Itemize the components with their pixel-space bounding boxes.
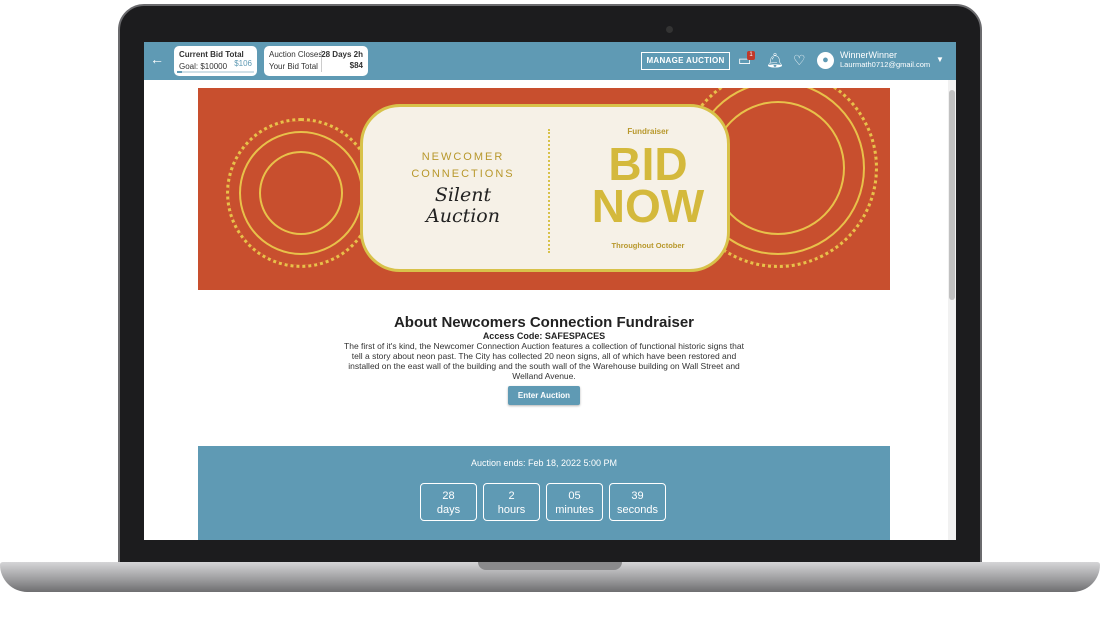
current-bid-card: Current Bid Total $106 Goal: $10000 <box>174 46 257 76</box>
countdown-days: 28 days <box>420 483 477 521</box>
countdown-minutes: 05 minutes <box>546 483 603 521</box>
throughout-label: Throughout October <box>611 241 685 250</box>
user-email: Laurmath0712@gmail.com <box>840 60 931 69</box>
bid-now-text: BID NOW <box>591 138 705 232</box>
your-bid-value: $84 <box>349 61 363 70</box>
arrow-left-icon[interactable]: ← <box>150 51 164 67</box>
auction-banner: NEWCOMER CONNECTIONS Silent Auction Fundra… <box>198 88 890 290</box>
banner-title-line1: NEWCOMER <box>421 151 505 163</box>
bell-icon[interactable]: 🔔︎ <box>766 52 784 68</box>
manage-auction-button[interactable]: MANAGE AUCTION <box>641 52 730 70</box>
current-bid-label: Current Bid Total <box>179 50 244 59</box>
user-name: WinnerWinner <box>840 50 898 60</box>
messages-badge: 1 <box>747 51 755 60</box>
auction-ends-text: Auction ends: Feb 18, 2022 5:00 PM <box>470 458 618 468</box>
chevron-down-icon[interactable]: ▼ <box>936 55 944 64</box>
enter-auction-button[interactable]: Enter Auction <box>508 386 580 405</box>
screen: ← Current Bid Total $106 Goal: $10000 Au… <box>144 42 956 540</box>
countdown-seconds: 39 seconds <box>609 483 666 521</box>
banner-script-line1: Silent <box>434 184 492 206</box>
about-title: About Newcomers Connection Fundraiser <box>393 314 695 331</box>
auction-closes-card: Auction Closes Your Bid Total 28 Days 2h… <box>264 46 368 76</box>
heart-icon[interactable]: ♡ <box>793 52 806 68</box>
top-bar: ← Current Bid Total $106 Goal: $10000 Au… <box>144 42 956 80</box>
webcam <box>666 26 673 33</box>
countdown-section: Auction ends: Feb 18, 2022 5:00 PM 28 day… <box>198 446 890 540</box>
banner-title-line2: CONNECTIONS <box>411 168 515 180</box>
about-section: About Newcomers Connection Fundraiser Ac… <box>344 314 744 405</box>
goal-progress-bar <box>177 71 254 73</box>
current-bid-value: $106 <box>234 59 252 68</box>
banner-plaque: NEWCOMER CONNECTIONS Silent Auction Fundra… <box>360 104 730 272</box>
about-description: The first of it's kind, the Newcomer Con… <box>344 341 744 381</box>
closes-value: 28 Days 2h <box>321 50 363 59</box>
mandala-left-decoration <box>226 118 376 268</box>
laptop-notch <box>478 562 622 570</box>
avatar[interactable]: ● <box>817 52 834 69</box>
countdown-hours: 2 hours <box>483 483 540 521</box>
user-menu[interactable]: WinnerWinner Laurmath0712@gmail.com <box>840 50 930 69</box>
access-code: Access Code: SAFESPACES <box>482 331 606 341</box>
banner-script-line2: Auction <box>426 205 500 227</box>
scrollbar[interactable] <box>948 80 956 540</box>
fundraiser-label: Fundraiser <box>627 127 669 136</box>
